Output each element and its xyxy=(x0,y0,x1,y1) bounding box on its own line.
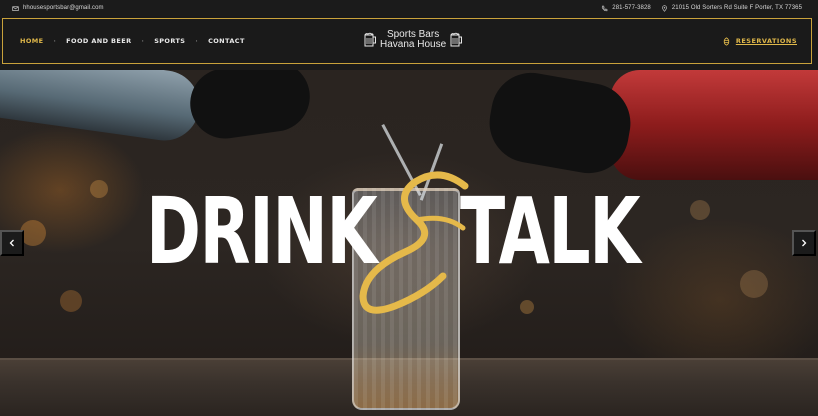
nav-item-food-and-beer[interactable]: FOOD AND BEER xyxy=(66,37,131,45)
address-text: 21015 Old Sorters Rd Suite F Porter, TX … xyxy=(671,5,802,11)
nav-item-sports[interactable]: SPORTS xyxy=(154,37,185,45)
phone-text: 281-577-3828 xyxy=(612,5,651,11)
nav-separator: · xyxy=(53,37,57,45)
bokeh-light xyxy=(690,200,710,220)
reservations-button[interactable]: RESERVATIONS xyxy=(722,36,797,46)
ampersand-script xyxy=(359,171,469,314)
hero-slider: DRINK TALK xyxy=(0,70,818,416)
logo-text: Sports Bars Havana House xyxy=(380,30,446,50)
email-text: hhousesportsbar@gmail.com xyxy=(23,5,104,11)
slider-next-button[interactable] xyxy=(792,230,816,256)
site-header: HOME · FOOD AND BEER · SPORTS · CONTACT … xyxy=(0,16,818,70)
top-bar: hhousesportsbar@gmail.com 281-577-3828 2… xyxy=(0,0,818,16)
address-link[interactable]: 21015 Old Sorters Rd Suite F Porter, TX … xyxy=(661,4,802,12)
nav-separator: · xyxy=(195,37,199,45)
beer-mug-icon xyxy=(450,32,463,47)
bottle-left xyxy=(0,70,204,145)
slider-prev-button[interactable] xyxy=(0,230,24,256)
bokeh-light xyxy=(60,290,82,312)
header-frame: HOME · FOOD AND BEER · SPORTS · CONTACT … xyxy=(2,18,812,64)
nav-item-contact[interactable]: CONTACT xyxy=(208,37,245,45)
chevron-left-icon xyxy=(9,239,14,247)
map-pin-icon xyxy=(661,4,668,12)
nav-separator: · xyxy=(141,37,145,45)
logo-line-2: Havana House xyxy=(380,39,447,50)
hops-icon xyxy=(723,36,730,46)
bokeh-light xyxy=(520,300,534,314)
hero-title-talk: TALK xyxy=(460,178,641,285)
phone-icon xyxy=(601,5,608,12)
site-logo[interactable]: Sports Bars Havana House xyxy=(363,30,463,50)
gloved-hand-left xyxy=(185,70,315,144)
main-nav: HOME · FOOD AND BEER · SPORTS · CONTACT xyxy=(20,37,245,45)
bottle-right xyxy=(610,70,818,180)
chevron-right-icon xyxy=(802,239,807,247)
hero-title-drink: DRINK xyxy=(146,178,378,285)
reservations-label: RESERVATIONS xyxy=(735,37,797,45)
beer-mug-icon xyxy=(364,32,376,47)
email-link[interactable]: hhousesportsbar@gmail.com xyxy=(12,5,104,12)
phone-link[interactable]: 281-577-3828 xyxy=(601,5,651,12)
bokeh-light xyxy=(740,270,768,298)
nav-item-home[interactable]: HOME xyxy=(20,37,43,45)
envelope-icon xyxy=(12,5,19,12)
bokeh-light xyxy=(90,180,108,198)
